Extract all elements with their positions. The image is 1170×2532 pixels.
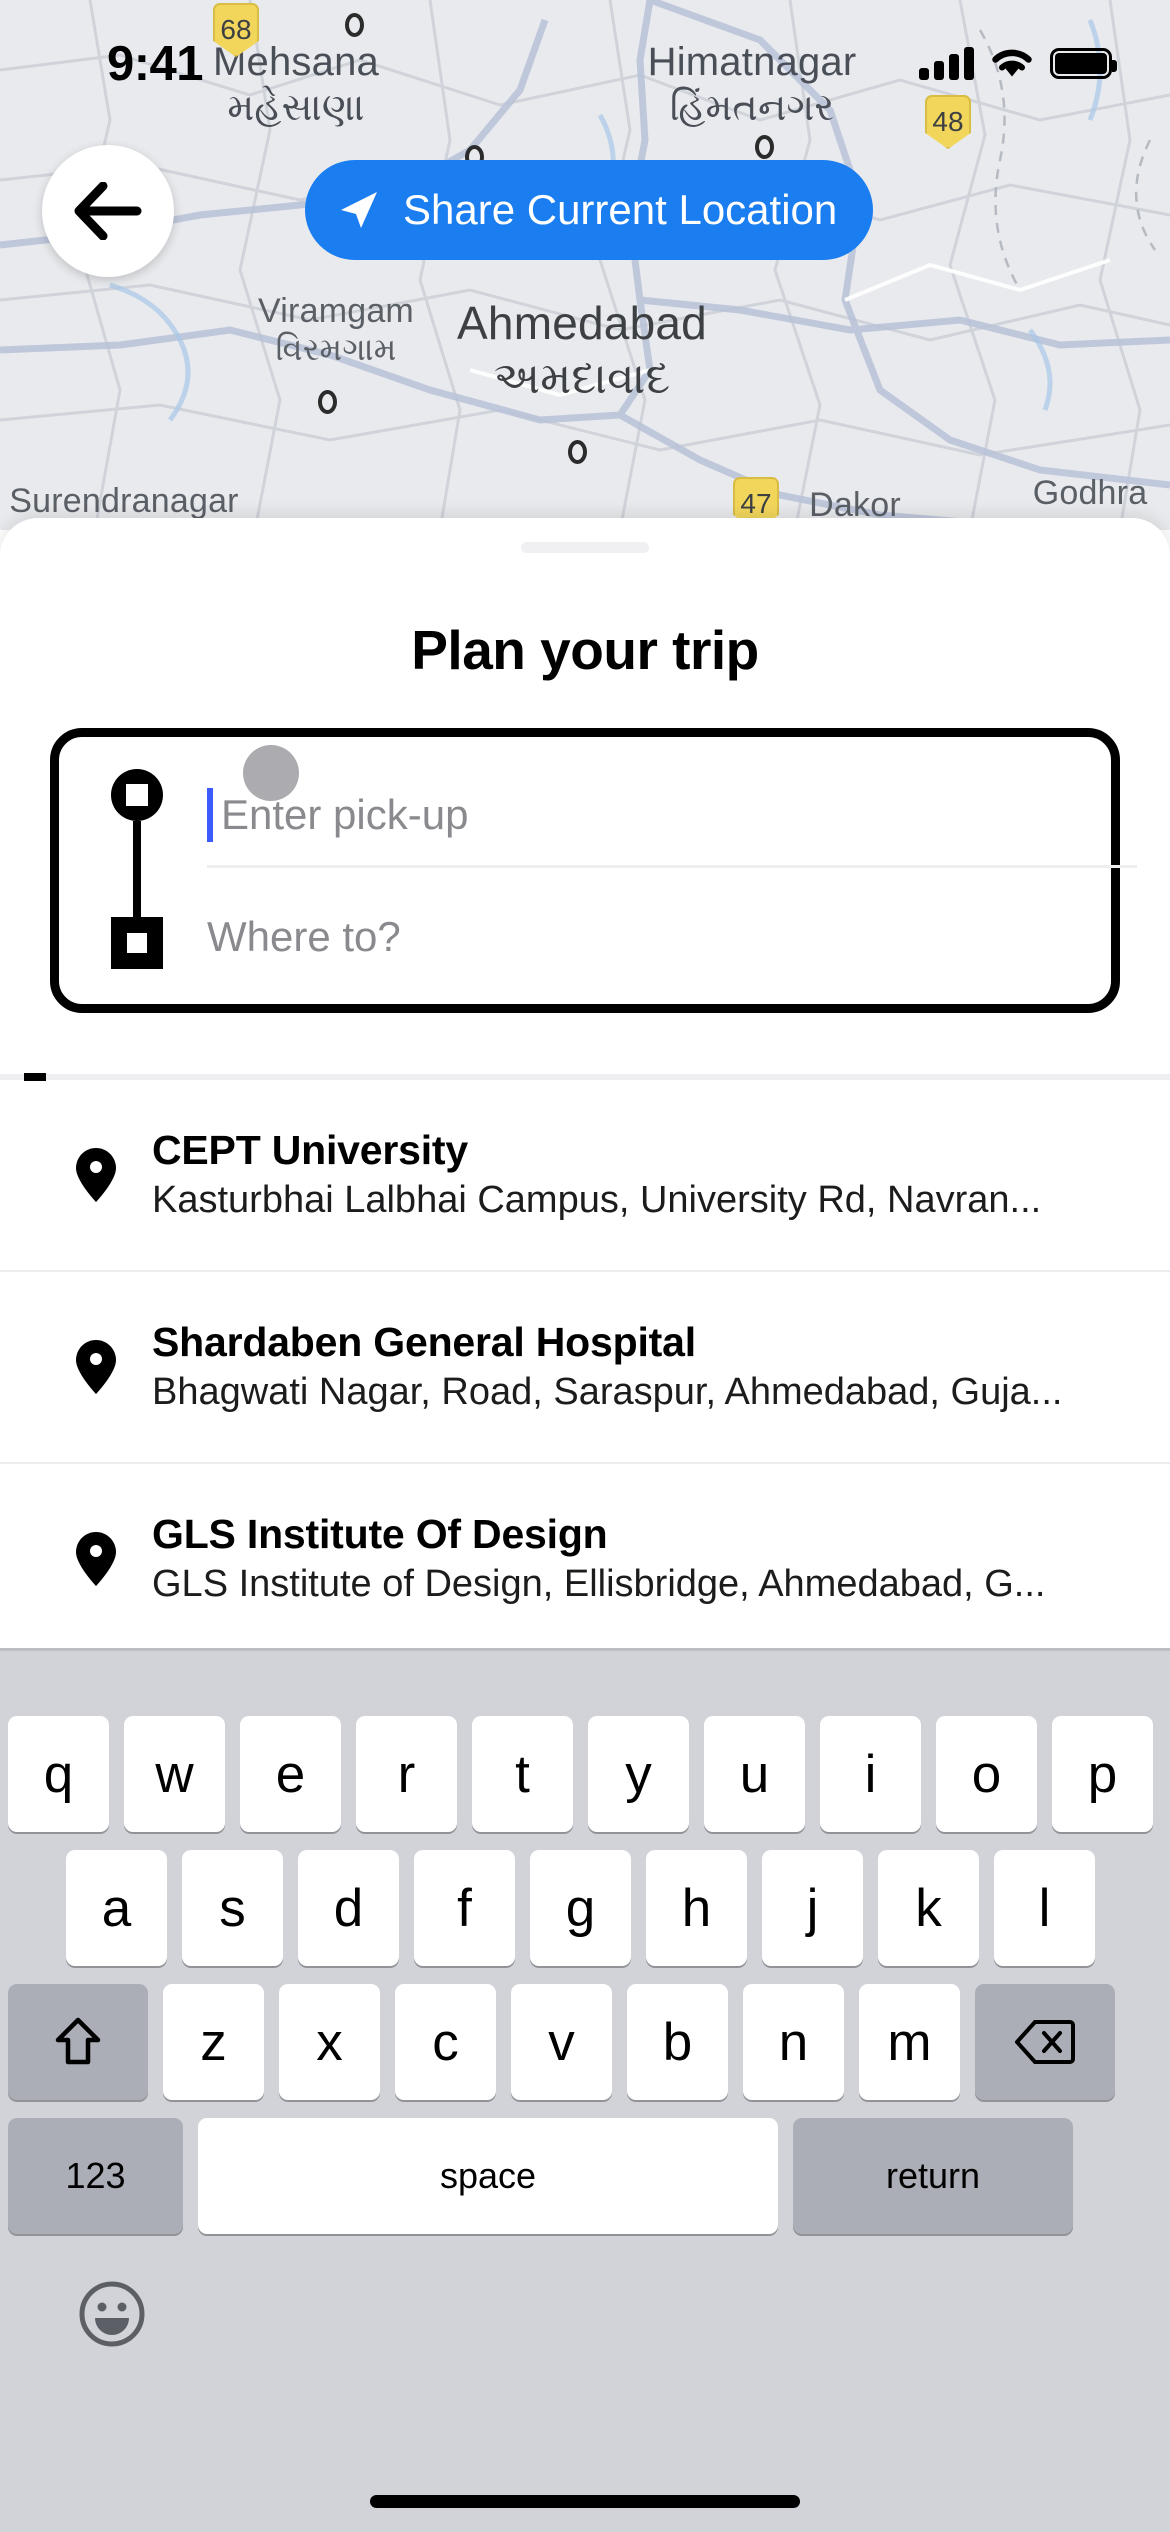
share-current-location-button[interactable]: Share Current Location [305,160,874,260]
key-g[interactable]: g [530,1850,631,1966]
keyboard-row-1: qwertyuiop [8,1716,1153,1832]
map-label-gu: વિરમગામ [275,331,397,367]
plan-trip-sheet: Plan your trip Enter pick-up Where to? C… [0,518,1170,1648]
key-f[interactable]: f [414,1850,515,1966]
map-junction-icon [755,135,774,159]
shift-key[interactable] [8,1984,148,2100]
map-label-gu: હિંમતનગર [669,87,835,129]
key-s[interactable]: s [182,1850,283,1966]
list-item[interactable]: Shardaben General Hospital Bhagwati Naga… [0,1272,1170,1464]
suggestion-address: Bhagwati Nagar, Road, Saraspur, Ahmedaba… [152,1370,1063,1413]
keyboard-top-border [0,1648,1170,1651]
key-e[interactable]: e [240,1716,341,1832]
key-w[interactable]: w [124,1716,225,1832]
key-v[interactable]: v [511,1984,612,2100]
emoji-smiley-icon [79,2281,145,2347]
backspace-key[interactable] [975,1984,1115,2100]
key-j[interactable]: j [762,1850,863,1966]
map-label-en: Viramgam [258,292,414,330]
arrow-left-icon [74,182,142,240]
map-label-en: Godhra [1032,474,1148,512]
destination-input[interactable]: Where to? [207,887,1087,987]
on-screen-keyboard: qwertyuiop asdfghjkl zxcvbnm 123 space r… [0,1648,1170,2532]
input-divider [207,865,1137,868]
key-x[interactable]: x [279,1984,380,2100]
suggestion-address: GLS Institute of Design, Ellisbridge, Ah… [152,1562,1046,1605]
numbers-key[interactable]: 123 [8,2118,183,2234]
map-junction-icon [568,440,587,464]
return-key[interactable]: return [793,2118,1073,2234]
map-label-godhra: Godhra [1033,474,1148,513]
keyboard-row-2: asdfghjkl [66,1850,1095,1966]
map-label-en: Ahmedabad [457,297,707,349]
key-q[interactable]: q [8,1716,109,1832]
map-label-en: Surendranagar [9,482,239,520]
suggestions-list: CEPT University Kasturbhai Lalbhai Campu… [0,1080,1170,1648]
key-o[interactable]: o [936,1716,1037,1832]
key-d[interactable]: d [298,1850,399,1966]
trip-input-card: Enter pick-up Where to? [50,728,1137,1013]
suggestion-address: Kasturbhai Lalbhai Campus, University Rd… [152,1178,1042,1221]
sheet-drag-handle[interactable] [521,542,649,553]
key-l[interactable]: l [994,1850,1095,1966]
key-n[interactable]: n [743,1984,844,2100]
pickup-input[interactable]: Enter pick-up [207,765,1087,865]
keyboard-row-3: zxcvbnm [8,1984,1115,2100]
key-c[interactable]: c [395,1984,496,2100]
touch-indicator [243,745,299,801]
keyboard-row-3-letters: zxcvbnm [163,1984,960,2100]
destination-placeholder: Where to? [207,913,401,960]
home-indicator [370,2495,800,2508]
key-a[interactable]: a [66,1850,167,1966]
map-junction-icon [345,13,364,37]
shift-up-arrow-icon [55,2017,101,2065]
key-u[interactable]: u [704,1716,805,1832]
map-label-en: Himatnagar [647,40,857,84]
suggestion-text: Shardaben General Hospital Bhagwati Naga… [152,1317,1170,1418]
destination-square-icon [111,917,163,969]
page-title: Plan your trip [411,619,759,681]
suggestion-name: GLS Institute Of Design [152,1510,608,1557]
key-y[interactable]: y [588,1716,689,1832]
map-label-ahmedabad: Ahmedabad અમદાવાદ [457,296,707,404]
suggestion-name: Shardaben General Hospital [152,1318,696,1365]
share-button-label: Share Current Location [403,186,838,233]
route-connector-line [133,821,141,917]
map-label-gu: અમદાવાદ [493,354,671,403]
text-caret [207,788,213,842]
key-m[interactable]: m [859,1984,960,2100]
list-item[interactable]: GLS Institute Of Design GLS Institute of… [0,1464,1170,1648]
key-z[interactable]: z [163,1984,264,2100]
map-label-viramgam: Viramgam વિરમગામ [258,292,414,369]
suggestion-text: GLS Institute Of Design GLS Institute of… [152,1509,1170,1610]
map-pin-icon [70,1531,122,1587]
phone-screen: Mehsana મહેસાણા Himatnagar હિંમતનગર Vira… [0,0,1170,2532]
list-item[interactable]: CEPT University Kasturbhai Lalbhai Campu… [0,1080,1170,1272]
map-pin-icon [70,1147,122,1203]
key-k[interactable]: k [878,1850,979,1966]
map-label-gu: મહેસાણા [227,87,365,129]
key-h[interactable]: h [646,1850,747,1966]
backspace-delete-icon [1015,2020,1075,2064]
route-track [111,769,163,969]
emoji-key[interactable] [78,2280,146,2348]
pickup-circle-icon [111,769,163,821]
space-key[interactable]: space [198,2118,778,2234]
map-pin-icon [70,1339,122,1395]
back-button[interactable] [42,145,174,277]
map-junction-icon [318,390,337,414]
map-label-himatnagar: Himatnagar હિંમતનગર [648,40,857,130]
navigation-arrow-icon [341,192,377,228]
key-p[interactable]: p [1052,1716,1153,1832]
map-label-surendranagar: Surendranagar [9,482,238,521]
map-canvas[interactable]: Mehsana મહેસાણા Himatnagar હિંમતનગર Vira… [0,0,1170,530]
suggestion-name: CEPT University [152,1126,468,1173]
suggestion-text: CEPT University Kasturbhai Lalbhai Campu… [152,1125,1170,1226]
key-r[interactable]: r [356,1716,457,1832]
key-i[interactable]: i [820,1716,921,1832]
keyboard-row-4: 123 space return [8,2118,1073,2234]
key-b[interactable]: b [627,1984,728,2100]
key-t[interactable]: t [472,1716,573,1832]
